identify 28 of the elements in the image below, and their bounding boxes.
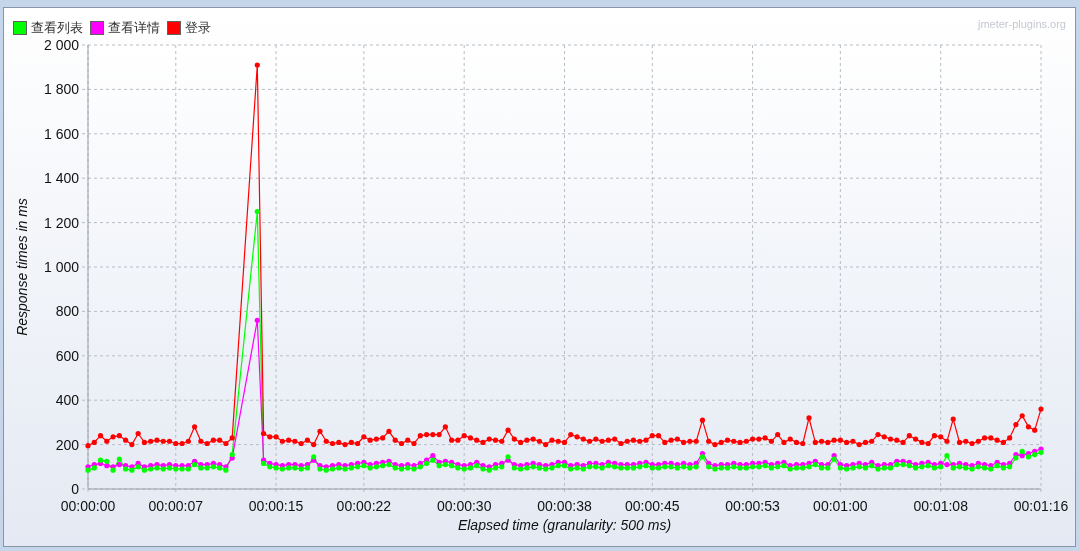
tick-label: 1 200 [43,214,79,231]
tick-label: 00:00:22 [336,498,392,514]
legend-label: 查看列表 [31,19,83,38]
tick-label: 1 400 [43,170,79,187]
tick-label: 2 000 [43,38,79,53]
axis-title: Response times in ms [14,198,30,336]
tick-label: 400 [55,392,79,409]
legend-label: 查看详情 [108,19,160,38]
tick-label: 00:01:16 [1013,498,1069,514]
axis-title: Elapsed time (granularity: 500 ms) [457,517,672,533]
tick-label: 00:00:07 [148,498,204,514]
tick-label: 00:00:53 [725,498,780,514]
tick-label: 00:00:30 [436,498,492,514]
tick-label: 1 000 [43,259,79,275]
tick-label: 00:00:00 [60,498,116,514]
watermark-text: jmeter-plugins.org [977,17,1066,32]
tick-label: 600 [55,347,79,364]
legend-label: 登录 [185,19,211,38]
tick-label: 00:00:15 [248,498,304,514]
tick-label: 00:00:38 [537,498,592,514]
tick-label: 1 600 [43,125,79,142]
tick-label: 00:01:00 [813,498,868,514]
tick-label: 0 [71,481,79,497]
tick-label: 1 800 [43,81,79,98]
tick-label: 200 [55,436,79,453]
tick-label: 00:01:08 [913,498,968,514]
tick-label: 00:00:45 [625,498,680,514]
tick-label: 800 [55,303,79,320]
